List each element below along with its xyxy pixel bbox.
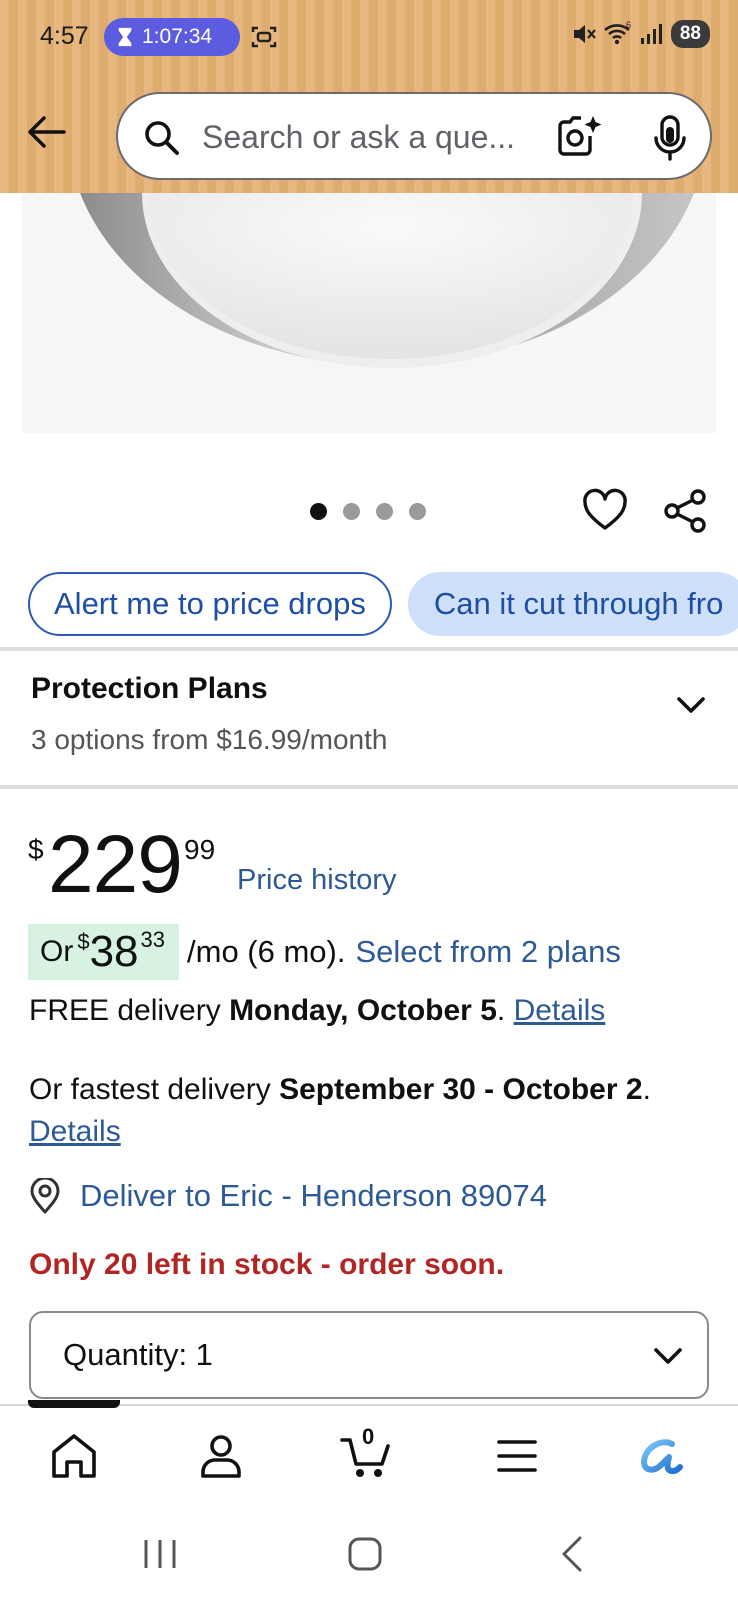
product-image[interactable] [22,193,716,433]
network-label: 6 [626,21,631,30]
quantity-label: Quantity: 1 [63,1337,213,1372]
monthly-price-badge: Or $ 38 33 [28,924,180,980]
carousel-dot[interactable] [409,503,426,520]
share-icon[interactable] [662,488,708,534]
fastest-delivery-period: . [642,1073,651,1106]
search-input[interactable]: Search or ask a que... [202,119,515,156]
status-bar: 4:57 1:07:34 6 88 [0,0,738,74]
wifi-icon: 6 [603,21,631,45]
microphone-icon[interactable] [650,114,690,162]
timer-pill[interactable]: 1:07:34 [104,18,240,56]
cart-count: 0 [362,1424,375,1449]
signal-icon [640,24,662,44]
free-delivery-date: Monday, October 5 [229,994,497,1027]
timer-text: 1:07:34 [142,25,213,48]
protection-plans-title[interactable]: Protection Plans [31,672,268,706]
carousel-dot[interactable] [343,503,360,520]
header-bar: 4:57 1:07:34 6 88 Search or ask a que... [0,0,738,193]
cart-button[interactable]: 0 [338,1424,398,1486]
back-arrow-icon[interactable] [24,110,68,154]
quantity-selector[interactable]: Quantity: 1 [29,1311,709,1399]
system-navigation-bar [0,1512,738,1600]
mute-icon [573,25,596,43]
heart-icon[interactable] [582,488,628,534]
free-delivery-period: . [496,994,506,1027]
chevron-down-icon [654,1348,682,1364]
product-photo-illustration [22,193,716,433]
fastest-delivery-label: Or fastest delivery [29,1073,271,1106]
recent-apps-icon[interactable] [140,1534,180,1574]
free-delivery-label: FREE delivery [29,994,221,1027]
monthly-prefix: Or [40,935,74,968]
price-history-link[interactable]: Price history [237,864,397,897]
search-icon [145,121,179,155]
free-delivery-details-link[interactable]: Details [514,994,606,1027]
status-time: 4:57 [40,22,89,50]
screenshot-icon [251,26,277,48]
bottom-navigation: 0 [0,1406,738,1512]
monthly-suffix: /mo (6 mo). [187,934,346,969]
camera-search-icon[interactable] [556,114,602,160]
suggestion-chips: Alert me to price drops Can it cut throug… [28,572,738,638]
active-tab-indicator [28,1400,120,1408]
monthly-whole: 38 [89,927,139,976]
carousel-dot[interactable] [376,503,393,520]
image-carousel-dots[interactable] [310,503,426,520]
monthly-currency: $ [77,929,90,954]
hourglass-icon [118,27,132,47]
protection-plans-subtitle: 3 options from $16.99/month [31,724,388,755]
fastest-delivery-date: September 30 - October 2 [279,1073,643,1106]
deliver-to-text[interactable]: Deliver to Eric - Henderson 89074 [80,1178,547,1214]
chevron-down-icon[interactable] [674,688,708,722]
monthly-fraction: 33 [140,927,166,952]
section-divider [0,647,738,651]
fastest-delivery-line: Or fastest delivery September 30 - Octob… [29,1069,709,1153]
section-divider [0,785,738,789]
monthly-payment-row: Or $ 38 33 /mo (6 mo). Select from 2 pla… [28,924,621,980]
select-plans-link[interactable]: Select from 2 plans [355,934,620,970]
menu-icon[interactable] [487,1426,547,1486]
status-icons: 6 88 [571,20,710,48]
deliver-to-row[interactable]: Deliver to Eric - Henderson 89074 [28,1178,547,1214]
question-chip[interactable]: Can it cut through fro [407,572,738,636]
fastest-delivery-details-link[interactable]: Details [29,1115,121,1148]
price-whole: 229 [48,819,183,910]
location-pin-icon [30,1178,60,1214]
rufus-assistant-icon[interactable] [632,1426,692,1486]
free-delivery-line: FREE delivery Monday, October 5. Details [29,990,605,1032]
battery-indicator: 88 [670,20,710,48]
stock-warning: Only 20 left in stock - order soon. [29,1248,505,1281]
carousel-dot[interactable] [310,503,327,520]
price-fraction: 99 [184,834,216,865]
account-icon[interactable] [191,1426,251,1486]
search-bar[interactable]: Search or ask a que... [116,92,712,180]
price-currency: $ [28,834,44,865]
home-icon[interactable] [44,1426,104,1486]
home-button-icon[interactable] [345,1534,385,1574]
system-back-icon[interactable] [552,1534,592,1574]
price-alert-chip[interactable]: Alert me to price drops [28,572,392,636]
